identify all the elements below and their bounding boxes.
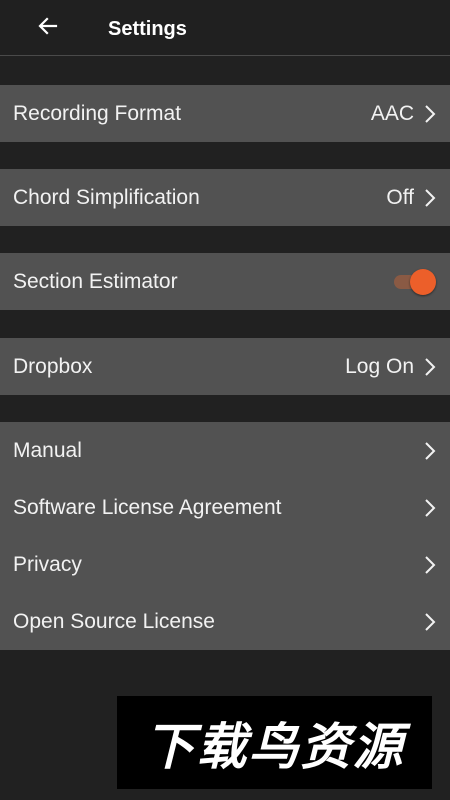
chevron-right-icon [424, 104, 436, 124]
chevron-right-icon [424, 498, 436, 518]
chevron-right-icon [424, 357, 436, 377]
recording-format-label: Recording Format [13, 101, 182, 125]
chord-simplification-value: Off [386, 185, 414, 209]
section-estimator-toggle[interactable] [392, 268, 436, 296]
recording-format-row[interactable]: Recording Format AAC [0, 85, 450, 142]
dropbox-label: Dropbox [13, 354, 93, 378]
dropbox-value: Log On [345, 354, 414, 378]
section-estimator-label: Section Estimator [13, 269, 178, 293]
toggle-thumb [410, 268, 436, 295]
settings-screen: Settings Recording Format AAC Chord Simp… [0, 0, 450, 800]
chord-simplification-label: Chord Simplification [13, 185, 200, 209]
manual-label: Manual [13, 438, 82, 462]
top-app-bar: Settings [0, 0, 450, 56]
privacy-label: Privacy [13, 552, 82, 576]
software-license-label: Software License Agreement [13, 495, 282, 519]
back-button[interactable] [28, 8, 68, 48]
chord-simplification-group: Chord Simplification Off [0, 169, 450, 226]
info-group: Manual Software License Agreement Privac… [0, 422, 450, 650]
watermark: 下载鸟资源 [117, 696, 432, 789]
section-estimator-group: Section Estimator [0, 253, 450, 310]
recording-format-value: AAC [370, 101, 414, 125]
dropbox-group: Dropbox Log On [0, 338, 450, 395]
privacy-row[interactable]: Privacy [0, 536, 450, 593]
dropbox-row[interactable]: Dropbox Log On [0, 338, 450, 395]
software-license-row[interactable]: Software License Agreement [0, 479, 450, 536]
chevron-right-icon [424, 612, 436, 632]
recording-format-group: Recording Format AAC [0, 85, 450, 142]
chord-simplification-row[interactable]: Chord Simplification Off [0, 169, 450, 226]
open-source-license-label: Open Source License [13, 609, 215, 633]
chevron-right-icon [424, 188, 436, 208]
chevron-right-icon [424, 555, 436, 575]
section-estimator-row[interactable]: Section Estimator [0, 253, 450, 310]
manual-row[interactable]: Manual [0, 422, 450, 479]
chevron-right-icon [424, 441, 436, 461]
open-source-license-row[interactable]: Open Source License [0, 593, 450, 650]
page-title: Settings [108, 18, 187, 40]
arrow-left-icon [36, 14, 60, 43]
watermark-text: 下载鸟资源 [144, 717, 405, 776]
